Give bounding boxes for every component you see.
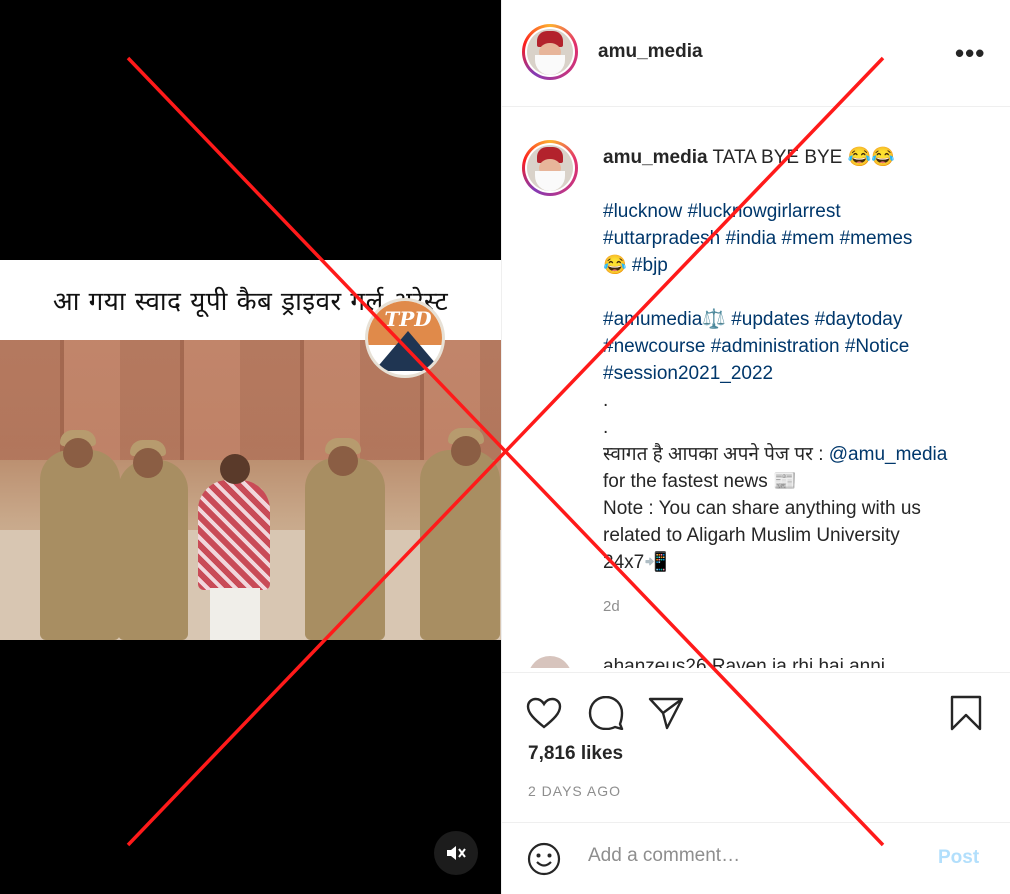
police-figure [118,460,188,640]
caption-dot: . [603,390,609,411]
police-head [63,438,93,468]
hashtags-line[interactable]: #amumedia⚖️ #updates #daytoday [603,306,993,333]
post-panel: amu_media ••• amu_media TATA BYE BYE 😂😂 … [501,0,1010,894]
caption-dot: . [603,417,609,438]
mute-button[interactable] [434,831,478,875]
commenter-avatar[interactable] [528,656,572,668]
header-username[interactable]: amu_media [598,41,703,63]
post-caption: amu_media TATA BYE BYE 😂😂 #lucknow #luck… [603,144,993,576]
comment-button[interactable] [586,693,626,733]
police-head [133,448,163,478]
woman-legs [210,588,260,640]
hashtags-line[interactable]: #uttarpradesh #india #mem #memes [603,225,993,252]
hashtags-line[interactable]: #newcourse #administration #Notice [603,333,993,360]
caption-title: TATA BYE BYE 😂😂 [712,147,895,168]
comment-text: ahanzeus26 Rayen ia rhi hai anni [603,656,886,668]
comment-icon [588,696,624,730]
hashtags-line[interactable]: #lucknow #lucknowgirlarrest [603,198,993,225]
post-date[interactable]: 2 DAYS AGO [528,783,621,799]
speaker-muted-icon [447,846,466,860]
tpd-logo: TPD [365,298,445,378]
note-text: Note : You can share anything with us [603,498,921,519]
comments-section[interactable]: amu_media TATA BYE BYE 😂😂 #lucknow #luck… [502,108,1010,668]
post-actions: 7,816 likes 2 DAYS AGO [502,672,1010,822]
video-scene [0,340,501,640]
comment-item: ahanzeus26 Rayen ia rhi hai anni [528,656,988,668]
more-options-button[interactable]: ••• [955,38,985,69]
caption-avatar[interactable] [522,140,578,196]
comment-form: Post [502,822,1010,894]
share-button[interactable] [646,693,686,733]
bookmark-icon [950,695,982,731]
save-button[interactable] [946,693,986,733]
welcome-text: स्वागत है आपका अपने पेज पर : [603,444,829,465]
note-text: 24x7📲 [603,552,668,573]
emoji-icon [527,842,561,876]
caption-time[interactable]: 2d [603,598,620,615]
emoji-button[interactable] [524,839,564,879]
police-figure [420,450,500,640]
police-figure [40,450,120,640]
likes-count[interactable]: 7,816 likes [528,743,623,765]
woman-head [220,454,250,484]
post-media[interactable]: आ गया स्वाद यूपी कैब ड्राइवर गर्ल अरेस्ट [0,0,501,894]
hashtags-line[interactable]: #session2021_2022 [603,360,993,387]
caption-username[interactable]: amu_media [603,147,708,168]
police-figure [305,458,385,640]
comment-input[interactable] [588,845,908,867]
police-head [451,436,481,466]
note-text: related to Aligarh Muslim University [603,525,900,546]
avatar[interactable] [522,24,578,80]
like-button[interactable] [524,693,564,733]
heart-icon [526,697,562,729]
mention-link[interactable]: @amu_media [829,444,948,465]
hashtags-line[interactable]: 😂 #bjp [603,252,993,279]
send-icon [648,697,684,730]
police-head [328,446,358,476]
fastest-text: for the fastest news 📰 [603,471,797,492]
woman-figure [198,480,270,590]
post-header: amu_media ••• [502,0,1010,107]
post-comment-button[interactable]: Post [938,847,979,869]
